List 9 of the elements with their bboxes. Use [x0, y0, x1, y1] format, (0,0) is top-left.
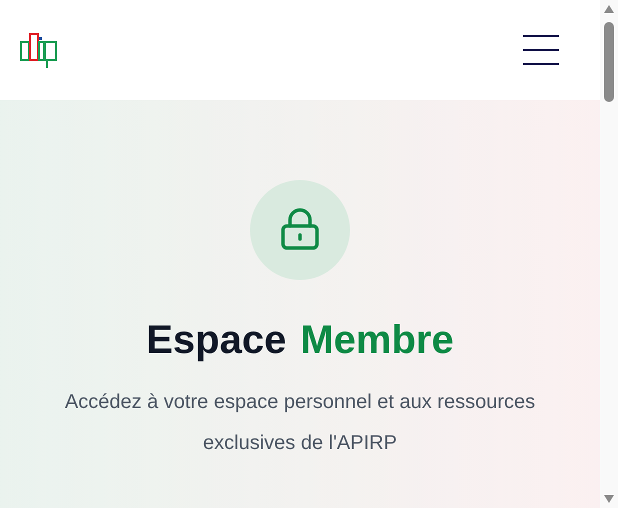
menu-icon[interactable]	[523, 35, 559, 65]
title-word: Espace	[146, 317, 286, 364]
title-accent: Membre	[300, 317, 454, 364]
scrollbar-thumb[interactable]	[604, 22, 614, 102]
hero-description: Accédez à votre espace personnel et aux ressources exclusives de l'APIRP	[64, 390, 536, 456]
logo[interactable]	[20, 30, 60, 70]
lock-icon	[280, 208, 320, 252]
scroll-down-icon[interactable]	[604, 495, 614, 503]
scroll-up-icon[interactable]	[604, 5, 614, 13]
